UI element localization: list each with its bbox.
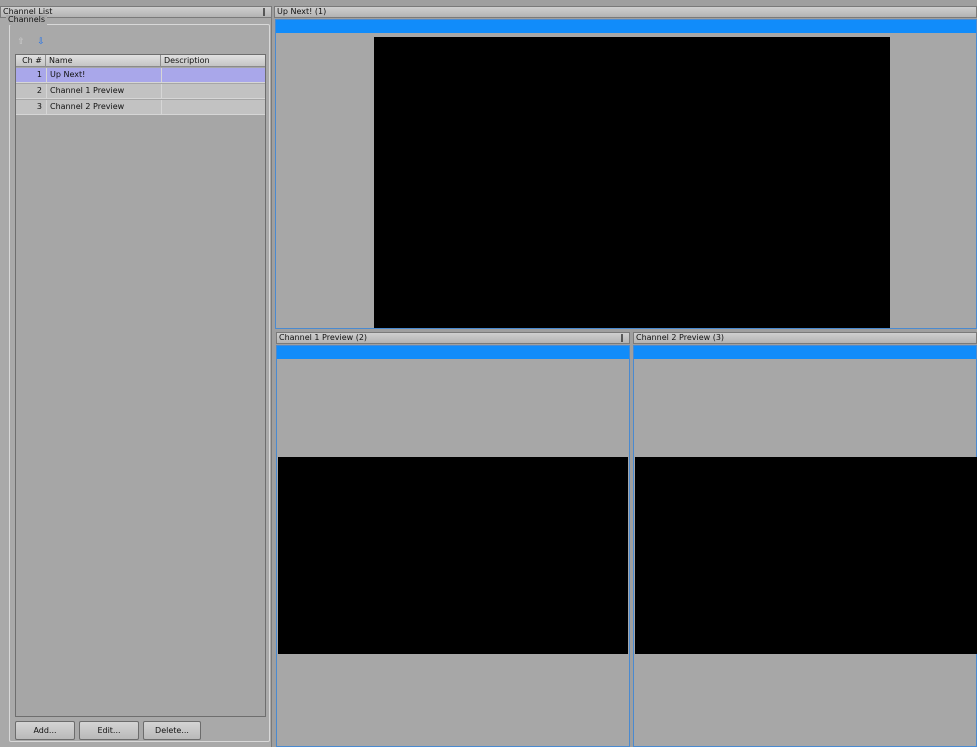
channel2-preview-titlebar: Channel 2 Preview (3) <box>633 332 977 344</box>
channel1-preview-video[interactable] <box>278 457 628 654</box>
pin-icon[interactable]: ‖ <box>620 334 626 342</box>
delete-button[interactable]: Delete... <box>143 721 201 740</box>
add-button[interactable]: Add... <box>15 721 75 740</box>
main-preview-titlebar: Up Next! (1) <box>274 6 977 18</box>
row-ch-number: 2 <box>36 86 42 95</box>
main-preview-title: Up Next! (1) <box>277 7 327 16</box>
row-ch-number: 1 <box>36 70 42 79</box>
table-row[interactable]: 3 Channel 2 Preview <box>16 100 265 115</box>
channels-group-label: Channels <box>6 15 48 25</box>
channels-table[interactable]: Ch # Name Description 1 Up Next! 2 Chann… <box>15 54 266 717</box>
row-name: Channel 1 Preview <box>46 84 161 99</box>
column-header-name[interactable]: Name <box>46 55 161 67</box>
row-ch-number: 3 <box>36 102 42 111</box>
channel2-preview-video[interactable] <box>635 457 977 654</box>
row-name: Channel 2 Preview <box>46 100 161 115</box>
main-preview-accent-bar <box>276 20 976 33</box>
channel1-preview-titlebar: Channel 1 Preview (2) ‖ <box>276 332 630 344</box>
row-name: Up Next! <box>46 68 161 83</box>
main-preview-pane <box>275 19 977 329</box>
table-row[interactable]: 1 Up Next! <box>16 68 265 83</box>
pin-icon[interactable]: ‖ <box>262 8 268 16</box>
table-row[interactable]: 2 Channel 1 Preview <box>16 84 265 99</box>
column-header-description[interactable]: Description <box>161 55 265 67</box>
channel2-preview-accent-bar <box>634 346 976 359</box>
row-description <box>161 68 265 83</box>
arrow-down-icon[interactable]: ⇩ <box>36 37 46 47</box>
channel1-preview-accent-bar <box>277 346 629 359</box>
arrow-up-icon[interactable]: ⇧ <box>16 37 26 47</box>
main-preview-video[interactable] <box>374 37 890 328</box>
channel2-preview-title: Channel 2 Preview (3) <box>636 333 725 342</box>
row-description <box>161 100 265 115</box>
table-header: Ch # Name Description <box>16 55 265 67</box>
row-description <box>161 84 265 99</box>
edit-button[interactable]: Edit... <box>79 721 139 740</box>
channel2-preview-pane <box>633 345 977 747</box>
column-header-ch[interactable]: Ch # <box>16 55 46 67</box>
channel1-preview-pane <box>276 345 630 747</box>
channel1-preview-title: Channel 1 Preview (2) <box>279 333 368 342</box>
